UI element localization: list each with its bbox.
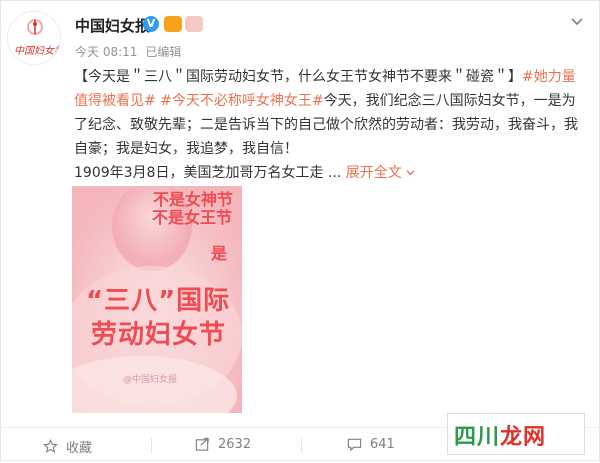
avatar-label: 中国妇女报	[14, 46, 61, 57]
share-count: 2632	[218, 437, 252, 452]
star-icon	[43, 439, 58, 453]
post-lead: 【今天是＂三八＂国际劳动妇女节，什么女王节女神节不要来＂碰瓷＂】	[74, 69, 522, 85]
account-name[interactable]: 中国妇女报	[75, 15, 150, 36]
post-time[interactable]: 今天 08:11	[75, 45, 137, 59]
post-meta: 今天 08:11 已编辑	[75, 43, 181, 60]
favorite-button[interactable]: 收藏	[43, 437, 92, 456]
member-icon	[185, 16, 203, 32]
verified-badge: V	[143, 16, 159, 32]
expand-link[interactable]: 展开全文	[346, 165, 402, 181]
comment-button[interactable]: 641	[347, 437, 395, 452]
image-headline: “三八”国际	[86, 286, 231, 316]
share-icon	[195, 437, 209, 451]
post-text: 【今天是＂三八＂国际劳动妇女节，什么女王节女神节不要来＂碰瓷＂】#她力量值得被看…	[74, 65, 584, 185]
medal-icon	[164, 16, 182, 32]
image-text-line: 是	[211, 244, 228, 263]
watermark-logo: 四川龙网	[447, 413, 585, 455]
divider	[301, 438, 302, 454]
divider	[151, 438, 152, 454]
post-last-line: 1909年3月8日，美国芝加哥万名女工走 ...	[74, 165, 342, 181]
favorite-label: 收藏	[66, 441, 93, 456]
logo-icon	[27, 19, 43, 35]
image-credit: @中国妇女报	[123, 375, 178, 385]
chevron-down-icon[interactable]	[406, 168, 415, 177]
edited-label[interactable]: 已编辑	[145, 45, 181, 59]
image-headline: 劳动妇女节	[91, 320, 227, 350]
image-text-line: 不是女王节	[152, 208, 233, 227]
comment-count: 641	[370, 437, 395, 452]
watermark-text: 四川龙网	[454, 424, 547, 450]
share-button[interactable]: 2632	[195, 437, 251, 452]
weibo-post-card: 中国妇女报 中国妇女报 V 今天 08:11 已编辑 【今天是＂三八＂国际劳动妇女…	[0, 0, 600, 461]
chevron-down-icon[interactable]	[569, 13, 585, 29]
avatar[interactable]: 中国妇女报	[7, 11, 61, 65]
post-image[interactable]: 不是女神节 不是女王节 是 “三八”国际 劳动妇女节 @中国妇女报	[72, 186, 242, 413]
hashtag-link[interactable]: #今天不必称呼女神女王#	[160, 93, 323, 109]
comment-icon	[347, 438, 362, 452]
